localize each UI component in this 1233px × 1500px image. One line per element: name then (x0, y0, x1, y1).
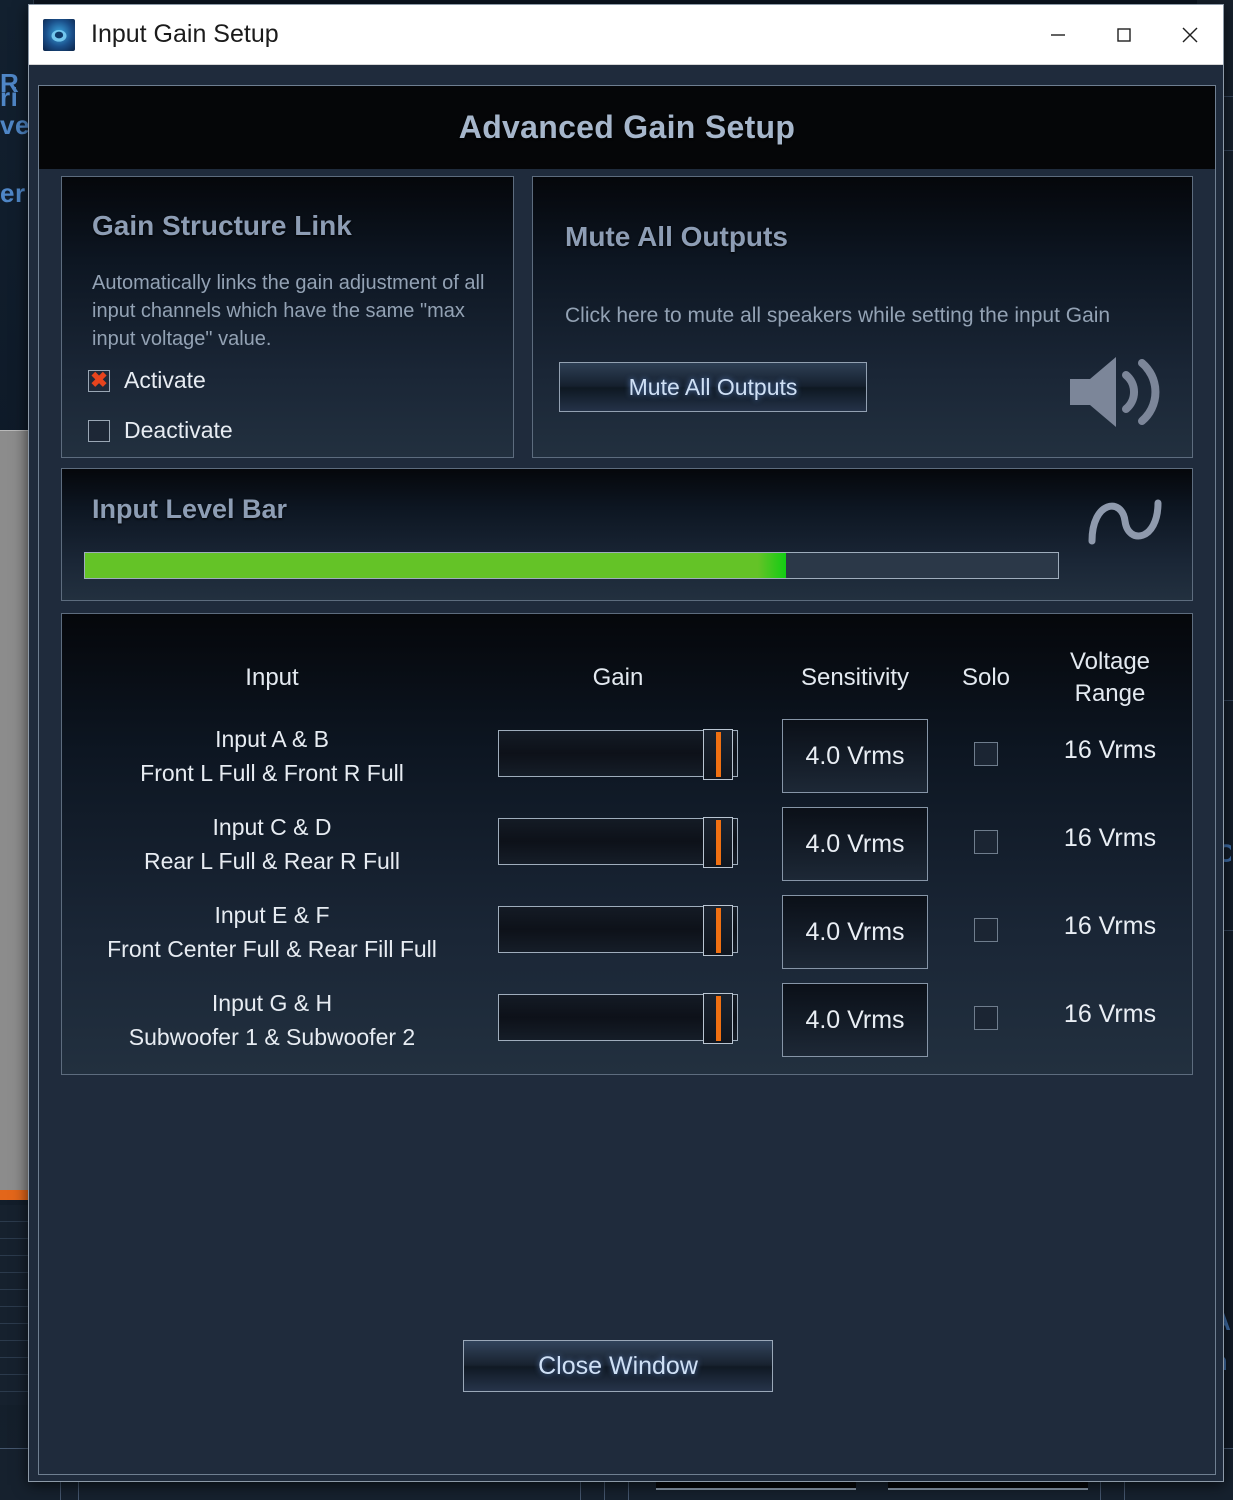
title-bar: Input Gain Setup (29, 5, 1223, 65)
table-row: Input E & F Front Center Full & Rear Fil… (62, 890, 1192, 978)
row-input-line2: Front Center Full & Rear Fill Full (107, 936, 437, 962)
input-level-bar-heading: Input Level Bar (92, 494, 288, 524)
mute-all-outputs-description: Click here to mute all speakers while se… (565, 304, 1111, 327)
gain-slider[interactable] (498, 817, 738, 868)
column-header-gain: Gain (592, 664, 644, 691)
sensitivity-field[interactable]: 4.0 Vrms (782, 807, 928, 881)
gain-structure-link-panel: Gain Structure Link Automatically links … (61, 176, 514, 458)
row-input-line1: Input A & B (215, 726, 329, 752)
mute-all-outputs-panel: Mute All Outputs Click here to mute all … (532, 176, 1193, 458)
row-input-line2: Rear L Full & Rear R Full (143, 848, 401, 874)
window-title: Input Gain Setup (91, 20, 279, 48)
row-input-line1: Input G & H (211, 990, 333, 1016)
activate-option[interactable]: ✖ Activate (88, 367, 206, 394)
sensitivity-field[interactable]: 4.0 Vrms (782, 895, 928, 969)
input-level-meter (84, 552, 1059, 579)
audio-app-icon (43, 18, 75, 51)
speaker-icon (1064, 347, 1164, 437)
solo-checkbox[interactable] (974, 742, 998, 766)
column-header-voltage-range-line2: Range (1074, 680, 1146, 707)
gain-slider-handle[interactable] (703, 817, 733, 868)
gain-slider[interactable] (498, 729, 738, 780)
maximize-icon[interactable] (1091, 5, 1157, 65)
sensitivity-field[interactable]: 4.0 Vrms (782, 719, 928, 793)
close-window-button[interactable]: Close Window (463, 1340, 773, 1392)
minimize-icon[interactable] (1025, 5, 1091, 65)
row-input-line1: Input E & F (214, 902, 330, 928)
gain-structure-link-description: Automatically links the gain adjustment … (92, 272, 485, 350)
background-left-orange-bar (0, 1190, 31, 1200)
row-input-line2: Front L Full & Front R Full (140, 760, 404, 786)
background-left-panel (0, 430, 31, 1190)
deactivate-checkbox[interactable] (88, 419, 110, 442)
row-input-label: Input G & H Subwoofer 1 & Subwoofer 2 (62, 986, 482, 1054)
row-input-line1: Input C & D (212, 814, 332, 840)
row-input-label: Input E & F Front Center Full & Rear Fil… (62, 898, 482, 966)
column-header-voltage-range-line1: Voltage (1069, 648, 1151, 675)
voltage-range-value: 16 Vrms (1063, 736, 1157, 764)
page-title: Advanced Gain Setup (458, 109, 796, 145)
table-row: Input G & H Subwoofer 1 & Subwoofer 2 4.… (62, 978, 1192, 1066)
dialog-header: Advanced Gain Setup (39, 86, 1215, 169)
deactivate-label: Deactivate (124, 417, 233, 443)
gain-structure-link-heading: Gain Structure Link (92, 210, 352, 241)
row-input-label: Input C & D Rear L Full & Rear R Full (62, 810, 482, 878)
gain-slider-handle[interactable] (703, 729, 733, 780)
input-level-fill (85, 553, 786, 578)
activate-label: Activate (124, 367, 206, 393)
gain-slider[interactable] (498, 905, 738, 956)
solo-checkbox[interactable] (974, 918, 998, 942)
activate-checkbox[interactable]: ✖ (88, 369, 110, 392)
dialog-window: Input Gain Setup Advanced Gain Setup Gai… (28, 4, 1224, 1482)
gain-slider-handle[interactable] (703, 993, 733, 1044)
solo-checkbox[interactable] (974, 830, 998, 854)
window-controls (1025, 5, 1223, 65)
mute-all-outputs-heading: Mute All Outputs (565, 221, 788, 252)
row-input-line2: Subwoofer 1 & Subwoofer 2 (128, 1024, 416, 1050)
column-header-input: Input (245, 664, 299, 691)
table-header-row: Input Gain Sensitivity Solo Voltage Rang… (62, 642, 1192, 714)
table-row: Input A & B Front L Full & Front R Full … (62, 714, 1192, 802)
background-left-rows (0, 1205, 31, 1405)
column-header-sensitivity: Sensitivity (800, 664, 910, 691)
deactivate-option[interactable]: Deactivate (88, 417, 233, 444)
voltage-range-value: 16 Vrms (1063, 1000, 1157, 1028)
voltage-range-value: 16 Vrms (1063, 824, 1157, 852)
gain-slider[interactable] (498, 993, 738, 1044)
dialog-content: Advanced Gain Setup Gain Structure Link … (38, 85, 1216, 1475)
close-icon[interactable] (1157, 5, 1223, 65)
table-row: Input C & D Rear L Full & Rear R Full 4.… (62, 802, 1192, 890)
mute-all-outputs-button[interactable]: Mute All Outputs (559, 362, 867, 412)
input-channels-table: Input Gain Sensitivity Solo Voltage Rang… (61, 613, 1193, 1075)
row-input-label: Input A & B Front L Full & Front R Full (62, 722, 482, 790)
sine-wave-icon (1082, 481, 1168, 561)
solo-checkbox[interactable] (974, 1006, 998, 1030)
check-x-icon: ✖ (90, 369, 108, 392)
voltage-range-value: 16 Vrms (1063, 912, 1157, 940)
gain-slider-handle[interactable] (703, 905, 733, 956)
sensitivity-field[interactable]: 4.0 Vrms (782, 983, 928, 1057)
column-header-solo: Solo (961, 664, 1011, 691)
input-level-bar-panel: Input Level Bar (61, 468, 1193, 601)
